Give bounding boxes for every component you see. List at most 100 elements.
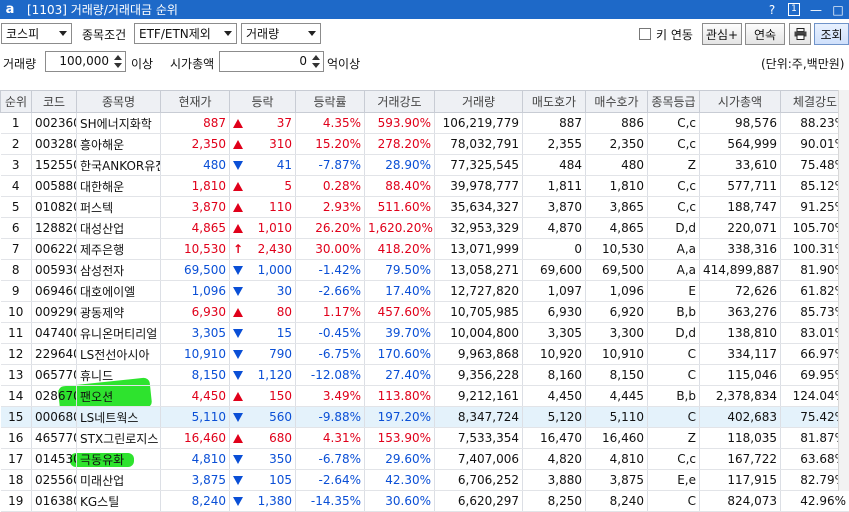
table-row[interactable]: 15000680LS네트웍스5,110560-9.88%197.20%8,347…: [1, 407, 849, 428]
down-triangle-icon: [233, 371, 243, 380]
table-row[interactable]: 13065770휴니드8,1501,120-12.08%27.40%9,356,…: [1, 365, 849, 386]
column-header[interactable]: 순위: [1, 91, 32, 113]
column-header[interactable]: 시가총액: [700, 91, 781, 113]
price-cell: 10,530: [161, 239, 230, 260]
change-value: 5: [284, 179, 292, 193]
print-button[interactable]: [789, 23, 811, 45]
column-header[interactable]: 코드: [32, 91, 77, 113]
table-row[interactable]: 2003280흥아해운2,35031015.20%278.20%78,032,7…: [1, 134, 849, 155]
column-header[interactable]: 등락: [230, 91, 296, 113]
table-row[interactable]: 5010820퍼스텍3,8701102.93%511.60%35,634,327…: [1, 197, 849, 218]
up-triangle-icon: [233, 308, 243, 317]
sort-select[interactable]: 거래량: [241, 23, 321, 44]
name-cell: 팬오션: [77, 386, 161, 407]
grade-cell: D,d: [648, 323, 700, 344]
rank-cell: 13: [1, 365, 32, 386]
change-value: 1,010: [258, 221, 292, 235]
mcap-cell: 334,117: [700, 344, 781, 365]
table-row[interactable]: 7006220제주은행10,530↑2,43030.00%418.20%13,0…: [1, 239, 849, 260]
table-row[interactable]: 4005880대한해운1,81050.28%88.40%39,978,7771,…: [1, 176, 849, 197]
mcap-cell: 564,999: [700, 134, 781, 155]
table-row[interactable]: 10009290광동제약6,930801.17%457.60%10,705,98…: [1, 302, 849, 323]
price-cell: 3,305: [161, 323, 230, 344]
volume-min-input[interactable]: 100,000: [45, 51, 126, 72]
rate-cell: -9.88%: [296, 407, 365, 428]
condition-select[interactable]: ETF/ETN제외: [134, 23, 237, 44]
down-triangle-icon: [233, 350, 243, 359]
vertical-scrollbar[interactable]: [838, 90, 849, 491]
ask-cell: 1,097: [523, 281, 586, 302]
bid-cell: 3,875: [586, 470, 648, 491]
key-link-checkbox[interactable]: [639, 28, 651, 40]
grade-cell: B,b: [648, 386, 700, 407]
ask-cell: 16,470: [523, 428, 586, 449]
rate-cell: 15.20%: [296, 134, 365, 155]
ask-cell: 5,120: [523, 407, 586, 428]
table-row[interactable]: 8005930삼성전자69,5001,000-1.42%79.50%13,058…: [1, 260, 849, 281]
app-logo-icon: a: [3, 3, 17, 17]
market-select[interactable]: 코스피: [1, 23, 72, 44]
table-row[interactable]: 6128820대성산업4,8651,01026.20%1,620.20%32,9…: [1, 218, 849, 239]
minimize-button[interactable]: —: [805, 1, 827, 18]
code-cell: 016380: [32, 491, 77, 512]
rank-cell: 1: [1, 113, 32, 134]
strength-cell: 17.40%: [365, 281, 435, 302]
price-cell: 8,240: [161, 491, 230, 512]
change-cell: ↑2,430: [230, 239, 296, 260]
bid-cell: 10,910: [586, 344, 648, 365]
table-row[interactable]: 16465770STX그린로지스16,4606804.31%153.90%7,5…: [1, 428, 849, 449]
strength-cell: 278.20%: [365, 134, 435, 155]
column-header[interactable]: 등락률: [296, 91, 365, 113]
name-cell: 퍼스텍: [77, 197, 161, 218]
change-value: 150: [269, 389, 292, 403]
code-cell: 069460: [32, 281, 77, 302]
price-cell: 3,875: [161, 470, 230, 491]
column-header[interactable]: 매도호가: [523, 91, 586, 113]
mcap-cell: 363,276: [700, 302, 781, 323]
query-button[interactable]: 조회: [814, 23, 849, 45]
screen-number-button[interactable]: 1: [783, 1, 805, 18]
rate-cell: 0.28%: [296, 176, 365, 197]
table-row[interactable]: 11047400유니온머티리얼3,30515-0.45%39.70%10,004…: [1, 323, 849, 344]
grade-cell: C,c: [648, 197, 700, 218]
volume-cell: 7,533,354: [435, 428, 523, 449]
table-row[interactable]: 1002360SH에너지화학887374.35%593.90%106,219,7…: [1, 113, 849, 134]
spinner-arrows-icon[interactable]: [312, 54, 321, 69]
table-row[interactable]: 9069460대호에이엘1,09630-2.66%17.40%12,727,82…: [1, 281, 849, 302]
volume-cell: 6,620,297: [435, 491, 523, 512]
change-value: 790: [269, 347, 292, 361]
table-row[interactable]: 17014530극동유화4,810350-6.78%29.60%7,407,00…: [1, 449, 849, 470]
mcap-cell: 402,683: [700, 407, 781, 428]
table-row[interactable]: 19016380KG스틸8,2401,380-14.35%30.60%6,620…: [1, 491, 849, 512]
name-cell: 광동제약: [77, 302, 161, 323]
code-cell: 025560: [32, 470, 77, 491]
grade-cell: A,a: [648, 260, 700, 281]
strength-cell: 418.20%: [365, 239, 435, 260]
column-header[interactable]: 거래량: [435, 91, 523, 113]
mcap-min-input[interactable]: 0: [219, 51, 324, 72]
column-header[interactable]: 종목명: [77, 91, 161, 113]
table-row[interactable]: 14028670팬오션4,4501503.49%113.80%9,212,161…: [1, 386, 849, 407]
column-header[interactable]: 거래강도: [365, 91, 435, 113]
maximize-button[interactable]: □: [827, 1, 849, 18]
change-cell: 105: [230, 470, 296, 491]
window-title: [1103] 거래량/거래대금 순위: [27, 1, 178, 18]
column-header[interactable]: 현재가: [161, 91, 230, 113]
continuous-button[interactable]: 연속: [745, 23, 785, 45]
spinner-arrows-icon[interactable]: [114, 54, 123, 69]
change-value: 680: [269, 431, 292, 445]
column-header[interactable]: 종목등급: [648, 91, 700, 113]
add-watchlist-button[interactable]: 관심+: [702, 23, 742, 45]
table-row[interactable]: 18025560미래산업3,875105-2.64%42.30%6,706,25…: [1, 470, 849, 491]
help-button[interactable]: ?: [761, 1, 783, 18]
table-row[interactable]: 12229640LS전선아시아10,910790-6.75%170.60%9,9…: [1, 344, 849, 365]
column-header[interactable]: 매수호가: [586, 91, 648, 113]
bid-cell: 4,445: [586, 386, 648, 407]
change-value: 310: [269, 137, 292, 151]
ask-cell: 3,870: [523, 197, 586, 218]
table-row[interactable]: 3152550한국ANKOR유전48041-7.87%28.90%77,325,…: [1, 155, 849, 176]
mcap-cell: 338,316: [700, 239, 781, 260]
down-triangle-icon: [233, 476, 243, 485]
grade-cell: D,d: [648, 218, 700, 239]
name-cell: 한국ANKOR유전: [77, 155, 161, 176]
